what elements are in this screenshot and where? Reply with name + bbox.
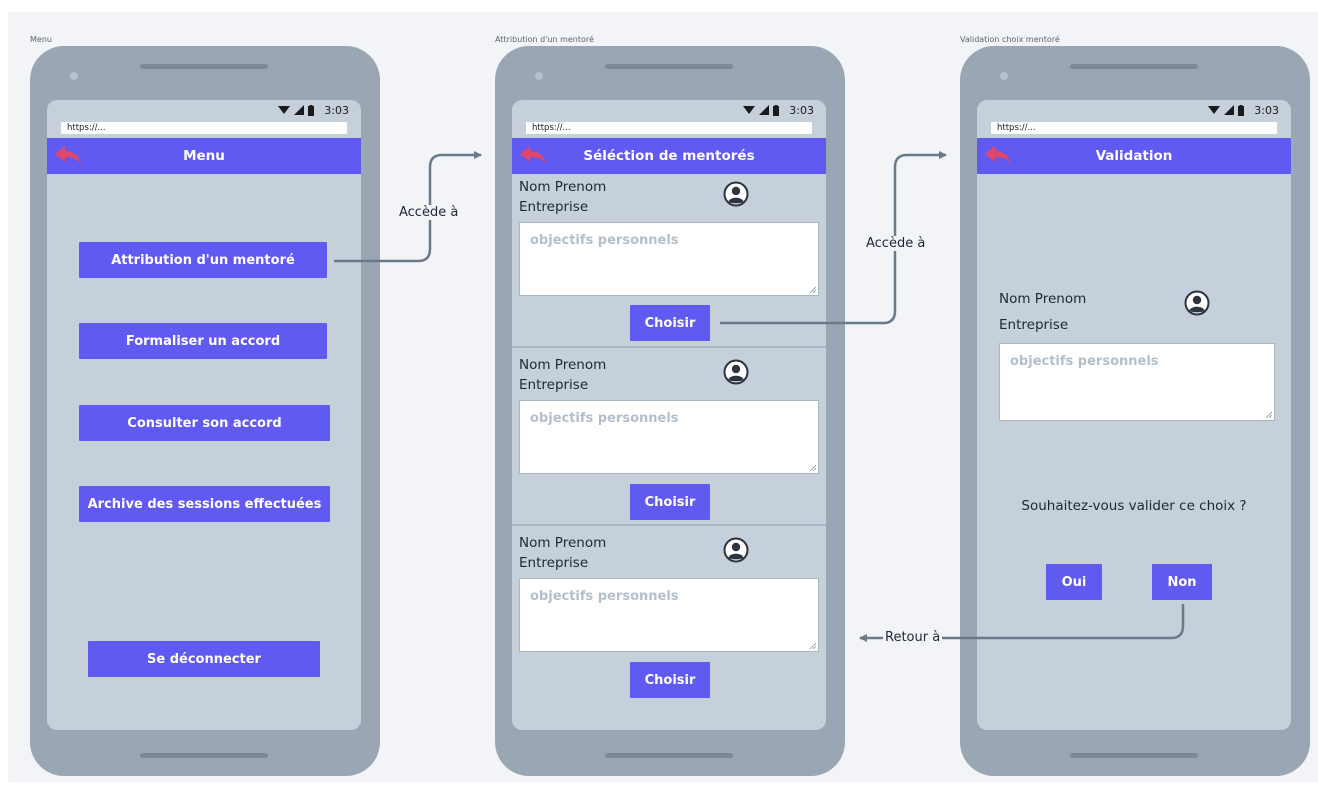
mentore-name: Nom Prenom (519, 179, 607, 195)
back-arrow-icon[interactable] (518, 144, 548, 168)
oui-button[interactable]: Oui (1046, 564, 1102, 600)
screen-label-menu: Menu (30, 35, 52, 44)
home-indicator (1070, 753, 1198, 758)
choisir-button[interactable]: Choisir (630, 484, 710, 520)
choisir-button[interactable]: Choisir (630, 662, 710, 698)
mentore-card: Nom Prenom Entreprise objectifs personne… (512, 348, 826, 526)
wifi-icon (278, 106, 291, 114)
wifi-icon (1208, 106, 1221, 114)
flow-label-acces: Accède à (397, 205, 461, 220)
mentore-company: Entreprise (519, 555, 589, 571)
mentore-card: Nom Prenom Entreprise objectifs personne… (512, 174, 826, 348)
flow-label-acces: Accède à (864, 236, 928, 251)
status-bar: 3:03 (1208, 102, 1279, 118)
status-bar: 3:03 (743, 102, 814, 118)
app-bar: Validation (977, 138, 1291, 174)
status-bar: 3:03 (278, 102, 349, 118)
page-title: Menu (183, 148, 225, 164)
objectifs-textarea[interactable]: objectifs personnels (519, 400, 819, 474)
objectifs-textarea[interactable]: objectifs personnels (999, 343, 1275, 421)
status-time: 3:03 (1254, 103, 1279, 117)
mentore-card: Nom Prenom Entreprise objectifs personne… (512, 526, 826, 730)
mentore-name: Nom Prenom (999, 291, 1087, 307)
choisir-button[interactable]: Choisir (630, 305, 710, 341)
speaker (605, 64, 733, 69)
app-bar: Séléction de mentorés (512, 138, 826, 174)
non-button[interactable]: Non (1152, 564, 1212, 600)
textarea-placeholder: objectifs personnels (530, 411, 679, 426)
speaker (140, 64, 268, 69)
phone-selection: 3:03 https://... Séléction de mentorés N… (495, 46, 845, 776)
signal-icon (759, 105, 770, 115)
mentore-company: Entreprise (999, 317, 1069, 333)
battery-icon (773, 104, 780, 116)
archive-sessions-button[interactable]: Archive des sessions effectuées (79, 486, 330, 522)
home-indicator (140, 753, 268, 758)
phone-menu: 3:03 https://... Menu Attribution d'un m… (30, 46, 380, 776)
textarea-placeholder: objectifs personnels (530, 589, 679, 604)
url-bar[interactable]: https://... (991, 122, 1277, 134)
signal-icon (294, 105, 305, 115)
mentore-name: Nom Prenom (519, 357, 607, 373)
user-avatar-icon (723, 537, 749, 563)
user-avatar-icon (723, 359, 749, 385)
resize-grip-icon[interactable] (1265, 411, 1272, 418)
signal-icon (1224, 105, 1235, 115)
resize-grip-icon[interactable] (809, 464, 816, 471)
battery-icon (308, 104, 315, 116)
confirmation-question: Souhaitez-vous valider ce choix ? (1021, 498, 1247, 514)
wifi-icon (743, 106, 756, 114)
user-avatar-icon (723, 181, 749, 207)
textarea-placeholder: objectifs personnels (530, 233, 679, 248)
attribution-mentore-button[interactable]: Attribution d'un mentoré (79, 242, 327, 278)
camera (70, 72, 78, 80)
consulter-accord-button[interactable]: Consulter son accord (79, 405, 330, 441)
camera (535, 72, 543, 80)
screen-label-selection: Attribution d'un mentoré (495, 35, 594, 44)
validation-screen: 3:03 https://... Validation Nom Prenom E… (977, 100, 1291, 730)
resize-grip-icon[interactable] (809, 286, 816, 293)
objectifs-textarea[interactable]: objectifs personnels (519, 222, 819, 296)
back-arrow-icon[interactable] (983, 144, 1013, 168)
page-title: Séléction de mentorés (583, 148, 755, 164)
menu-screen: 3:03 https://... Menu Attribution d'un m… (47, 100, 361, 730)
phone-validation: 3:03 https://... Validation Nom Prenom E… (960, 46, 1310, 776)
selection-screen: 3:03 https://... Séléction de mentorés N… (512, 100, 826, 730)
back-arrow-icon[interactable] (53, 144, 83, 168)
status-time: 3:03 (324, 103, 349, 117)
home-indicator (605, 753, 733, 758)
logout-button[interactable]: Se déconnecter (88, 641, 320, 677)
url-bar[interactable]: https://... (61, 122, 347, 134)
flow-label-retour: Retour à (883, 630, 943, 645)
battery-icon (1238, 104, 1245, 116)
speaker (1070, 64, 1198, 69)
textarea-placeholder: objectifs personnels (1010, 354, 1159, 369)
camera (1000, 72, 1008, 80)
formaliser-accord-button[interactable]: Formaliser un accord (79, 323, 327, 359)
app-bar: Menu (47, 138, 361, 174)
mentore-name: Nom Prenom (519, 535, 607, 551)
user-avatar-icon (1184, 290, 1210, 316)
resize-grip-icon[interactable] (809, 642, 816, 649)
status-time: 3:03 (789, 103, 814, 117)
screen-label-validation: Validation choix mentoré (960, 35, 1060, 44)
mentore-company: Entreprise (519, 199, 589, 215)
page-title: Validation (1095, 148, 1173, 164)
mentore-company: Entreprise (519, 377, 589, 393)
objectifs-textarea[interactable]: objectifs personnels (519, 578, 819, 652)
url-bar[interactable]: https://... (526, 122, 812, 134)
